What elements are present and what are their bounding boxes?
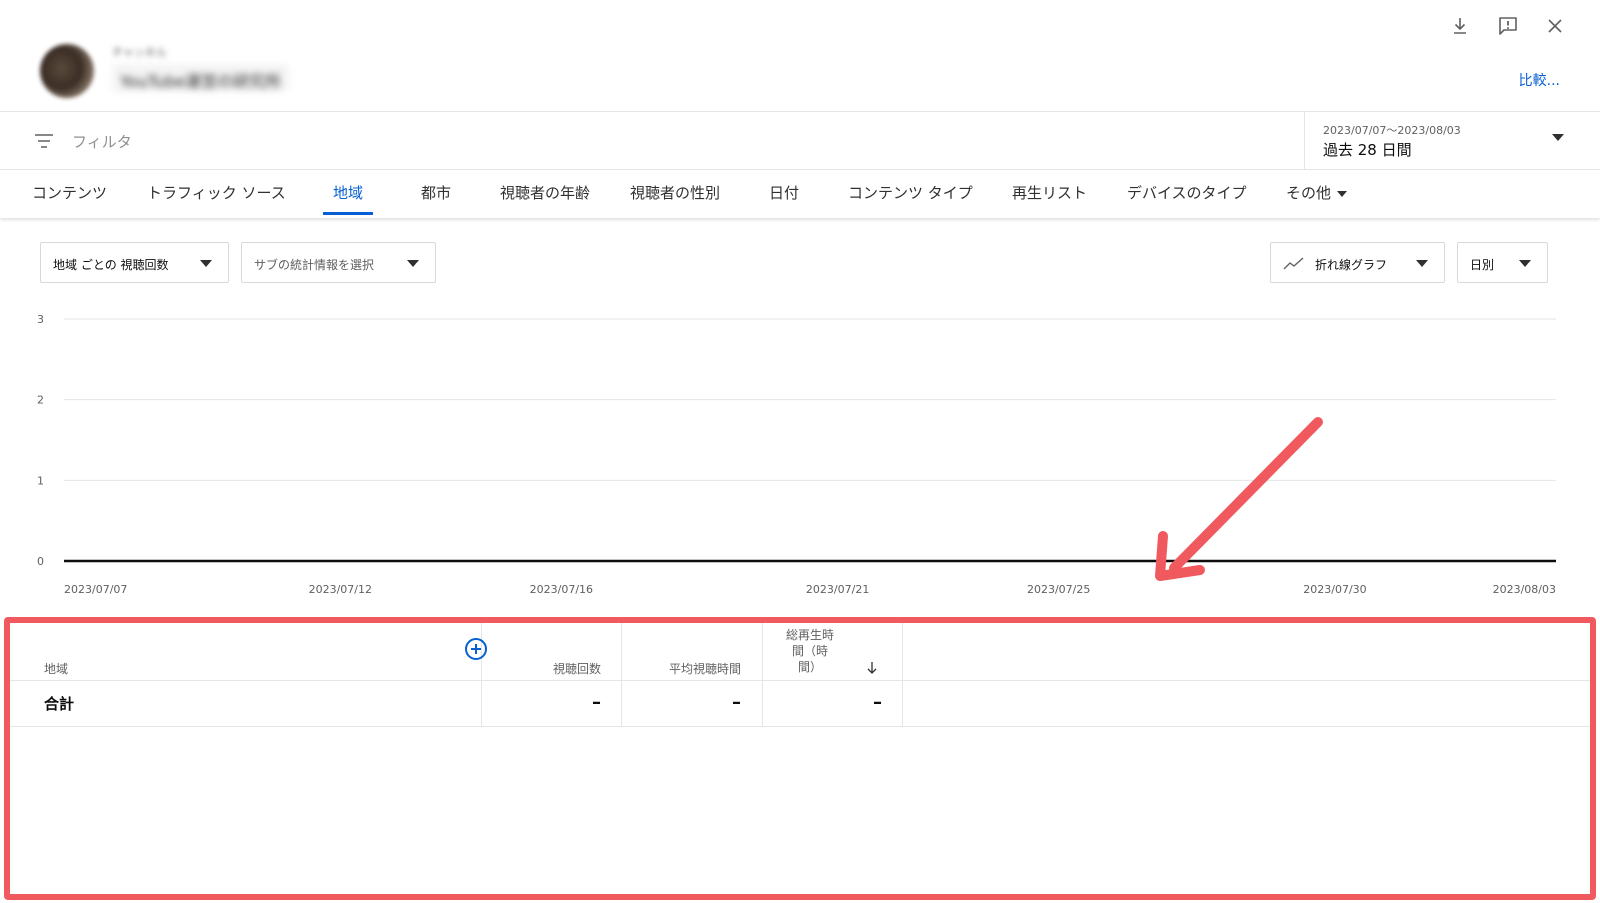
y-axis: 0 1 2 3 [37, 313, 44, 568]
date-range-selector[interactable]: 2023/07/07〜2023/08/03 過去 28 日間 [1304, 112, 1600, 170]
sort-descending-icon [867, 662, 877, 674]
column-header-watch-time[interactable]: 総再生時 間（時 間） [762, 627, 902, 677]
filter-icon[interactable] [32, 129, 56, 153]
chevron-down-icon [407, 260, 419, 267]
x-tick-label: 2023/07/12 [309, 583, 372, 596]
channel-name[interactable]: YouTube運営の研究所 [112, 64, 290, 92]
channel-header: チャンネル YouTube運営の研究所 比較... [0, 0, 1600, 112]
interval-value: 日別 [1470, 258, 1495, 272]
x-tick-label: 2023/07/30 [1303, 583, 1366, 596]
x-tick-label: 2023/07/21 [806, 583, 869, 596]
column-header-region[interactable]: 地域 [44, 660, 68, 677]
y-tick-label: 2 [37, 394, 44, 407]
tab-date[interactable]: 日付 [769, 170, 799, 218]
watch-time-header-line-3: 間） [797, 660, 822, 674]
date-range-text: 2023/07/07〜2023/08/03 [1323, 124, 1461, 137]
tab-traffic-source[interactable]: トラフィック ソース [147, 170, 286, 218]
watch-time-header-line-1: 総再生時 [785, 628, 834, 642]
geography-table: 地域 視聴回数 平均視聴時間 総再生時 間（時 間） 合計 – – – [4, 617, 1596, 900]
metric-select[interactable]: 地域 ごとの 視聴回数 [40, 242, 229, 283]
tab-content-type[interactable]: コンテンツ タイプ [848, 170, 973, 218]
tab-device-type[interactable]: デバイスのタイプ [1127, 170, 1247, 218]
tab-more-label: その他 [1286, 184, 1332, 202]
sub-metric-select[interactable]: サブの統計情報を選択 [241, 242, 436, 283]
total-watch-time-value: – [873, 692, 882, 713]
chart-grid [64, 318, 1556, 481]
chevron-down-icon [1337, 190, 1348, 197]
y-tick-label: 3 [37, 313, 44, 326]
channel-avatar[interactable] [40, 44, 94, 98]
total-views-value: – [592, 692, 601, 713]
line-chart-icon [1283, 257, 1304, 270]
chevron-down-icon [1552, 134, 1564, 141]
x-tick-label: 2023/07/16 [530, 583, 593, 596]
chevron-down-icon [1519, 260, 1531, 267]
channel-subtitle: チャンネル [112, 46, 167, 59]
total-avg-duration-value: – [732, 692, 741, 713]
x-axis: 2023/07/07 2023/07/12 2023/07/16 2023/07/21… [64, 583, 1556, 596]
views-line-chart: 0123 2023/07/07 2023/07/12 2023/07/16 2023/… [37, 313, 1556, 596]
column-header-avg-view-duration[interactable]: 平均視聴時間 [621, 660, 741, 677]
column-header-views[interactable]: 視聴回数 [481, 660, 601, 677]
annotation-arrow [1155, 417, 1323, 581]
tab-more[interactable]: その他 [1286, 170, 1348, 218]
tab-city[interactable]: 都市 [421, 170, 451, 218]
filter-input[interactable]: フィルタ [72, 131, 132, 152]
tab-playlist[interactable]: 再生リスト [1012, 170, 1087, 218]
y-tick-label: 0 [37, 555, 44, 568]
total-row-label: 合計 [44, 695, 75, 713]
chevron-down-icon [1416, 260, 1428, 267]
metric-select-value: 地域 ごとの 視聴回数 [53, 258, 169, 272]
x-tick-label: 2023/07/25 [1027, 583, 1090, 596]
chart-type-select[interactable]: 折れ線グラフ [1270, 242, 1445, 283]
x-tick-label: 2023/07/07 [64, 583, 127, 596]
feedback-icon[interactable] [1496, 14, 1520, 38]
sub-metric-select-placeholder: サブの統計情報を選択 [254, 258, 375, 272]
date-period-label: 過去 28 日間 [1323, 141, 1412, 159]
tab-viewer-age[interactable]: 視聴者の年齢 [500, 170, 590, 218]
compare-link[interactable]: 比較... [1519, 70, 1560, 90]
x-tick-label: 2023/08/03 [1493, 583, 1556, 596]
add-column-icon[interactable] [465, 638, 487, 660]
chart-type-value: 折れ線グラフ [1315, 258, 1388, 272]
download-icon[interactable] [1448, 14, 1472, 38]
filter-bar: フィルタ 2023/07/07〜2023/08/03 過去 28 日間 [0, 112, 1600, 170]
y-tick-label: 1 [37, 474, 44, 487]
tab-content[interactable]: コンテンツ [32, 170, 107, 218]
tab-geography[interactable]: 地域 [322, 170, 374, 218]
watch-time-header-line-2: 間（時 [791, 644, 828, 658]
interval-select[interactable]: 日別 [1457, 242, 1548, 283]
dimension-tabs: コンテンツ トラフィック ソース 地域 都市 視聴者の年齢 視聴者の性別 日付 … [0, 170, 1600, 218]
chevron-down-icon [200, 260, 212, 267]
tab-viewer-gender[interactable]: 視聴者の性別 [630, 170, 720, 218]
close-icon[interactable] [1543, 14, 1567, 38]
